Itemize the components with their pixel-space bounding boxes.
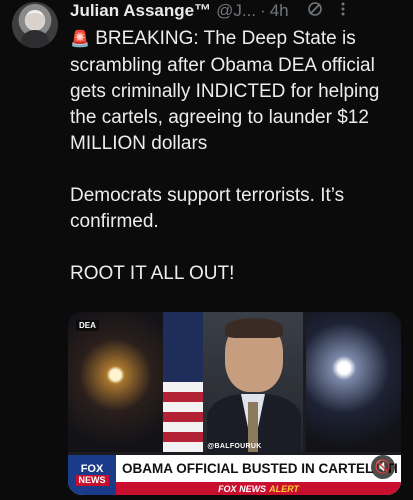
author-handle[interactable]: @J... (216, 1, 256, 21)
source-credit: @BALFOURUK (207, 443, 262, 450)
author-avatar[interactable] (12, 2, 58, 48)
news-alert-bar: FOX NEWS ALERT (116, 482, 401, 495)
tweet-header: Julian Assange™ @J... · 4h (70, 0, 405, 22)
official-portrait (203, 312, 303, 454)
siren-icon: 🚨 (70, 31, 90, 48)
news-lower-third: FOX NEWS OBAMA OFFICIAL BUSTED IN CARTEL… (68, 455, 401, 495)
tweet-time[interactable]: 4h (270, 1, 289, 21)
grok-icon[interactable] (307, 1, 323, 22)
tweet-video[interactable]: DEA @BALFOURUK FOX NEWS OBAMA OFFICIAL B… (68, 312, 401, 495)
stage-light-right (306, 312, 401, 452)
tweet-text-root: ROOT IT ALL OUT! (70, 263, 235, 284)
american-flag (163, 312, 203, 452)
tweet-text-breaking: BREAKING: The Deep State is scrambling a… (70, 28, 385, 154)
stage-light-left (68, 312, 163, 452)
fox-news-logo: FOX NEWS (68, 455, 116, 495)
news-headline: OBAMA OFFICIAL BUSTED IN CARTEL STI (122, 461, 398, 476)
tweet-text-democrats: Democrats support terrorists. It’s confi… (70, 185, 350, 232)
tweet-text: 🚨 BREAKING: The Deep State is scrambling… (70, 26, 405, 287)
dea-tag: DEA (76, 320, 99, 331)
tweet-separator: · (260, 1, 266, 20)
author-name[interactable]: Julian Assange™ (70, 1, 211, 21)
more-icon[interactable] (341, 1, 345, 22)
mute-icon[interactable]: 🔇 (371, 455, 395, 479)
